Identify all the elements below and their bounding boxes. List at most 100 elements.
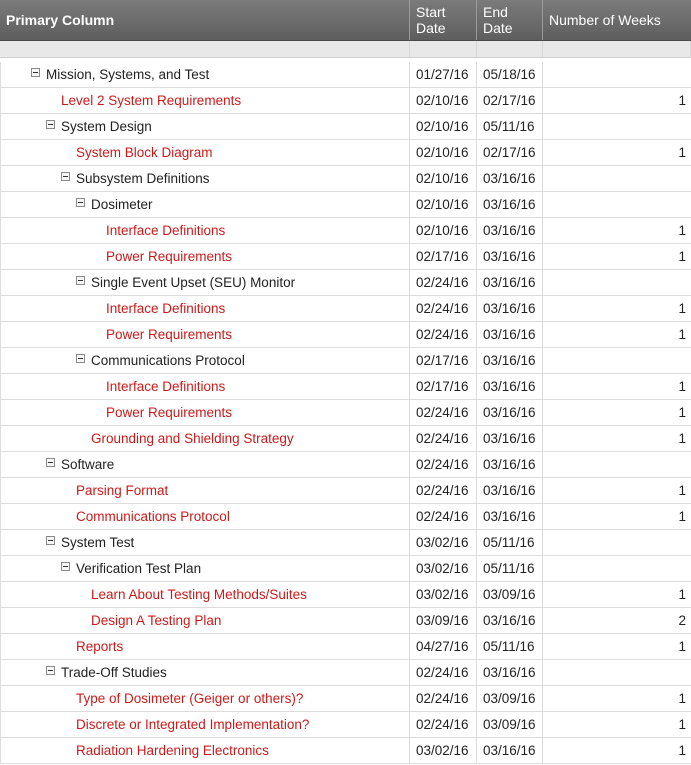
cell-number-of-weeks[interactable]: 2 <box>543 608 691 633</box>
cell-end-date[interactable]: 03/16/16 <box>477 400 543 425</box>
cell-number-of-weeks[interactable]: 1 <box>543 504 691 529</box>
cell-task-name[interactable]: Parsing Format <box>0 478 410 503</box>
cell-number-of-weeks[interactable]: 1 <box>543 218 691 243</box>
cell-start-date[interactable]: 02/24/16 <box>410 452 477 477</box>
cell-end-date[interactable]: 03/16/16 <box>477 738 543 763</box>
cell-start-date[interactable]: 03/02/16 <box>410 738 477 763</box>
cell-task-name[interactable]: Mission, Systems, and Test <box>0 62 410 87</box>
cell-task-name[interactable]: Power Requirements <box>0 322 410 347</box>
cell-end-date[interactable]: 03/16/16 <box>477 322 543 347</box>
cell-task-name[interactable]: Grounding and Shielding Strategy <box>0 426 410 451</box>
cell-start-date[interactable]: 02/17/16 <box>410 244 477 269</box>
table-row[interactable]: Grounding and Shielding Strategy 02/24/16… <box>0 426 691 452</box>
cell-end-date[interactable]: 05/11/16 <box>477 114 543 139</box>
cell-task-name[interactable]: Subsystem Definitions <box>0 166 410 191</box>
table-row[interactable]: Reports 04/27/16 05/11/16 1 <box>0 634 691 660</box>
cell-number-of-weeks[interactable] <box>543 270 691 295</box>
cell-number-of-weeks[interactable]: 1 <box>543 296 691 321</box>
cell-start-date[interactable]: 02/17/16 <box>410 348 477 373</box>
cell-number-of-weeks[interactable] <box>543 166 691 191</box>
cell-end-date[interactable]: 03/16/16 <box>477 504 543 529</box>
table-row[interactable]: Interface Definitions 02/24/16 03/16/16 1 <box>0 296 691 322</box>
table-row[interactable]: Learn About Testing Methods/Suites 03/02/… <box>0 582 691 608</box>
table-row[interactable]: Single Event Upset (SEU) Monitor 02/24/16… <box>0 270 691 296</box>
cell-task-name[interactable]: Radiation Hardening Electronics <box>0 738 410 763</box>
cell-end-date[interactable]: 03/09/16 <box>477 582 543 607</box>
cell-task-name[interactable]: Verification Test Plan <box>0 556 410 581</box>
cell-number-of-weeks[interactable]: 1 <box>543 400 691 425</box>
table-row[interactable]: Design A Testing Plan 03/09/16 03/16/16 2 <box>0 608 691 634</box>
cell-task-name[interactable]: Single Event Upset (SEU) Monitor <box>0 270 410 295</box>
collapse-toggle-icon[interactable] <box>46 536 55 545</box>
cell-start-date[interactable]: 02/24/16 <box>410 504 477 529</box>
cell-start-date[interactable]: 03/02/16 <box>410 530 477 555</box>
cell-end-date[interactable]: 03/16/16 <box>477 192 543 217</box>
table-row[interactable]: Dosimeter 02/10/16 03/16/16 <box>0 192 691 218</box>
cell-task-name[interactable]: Interface Definitions <box>0 218 410 243</box>
table-row[interactable]: Radiation Hardening Electronics 03/02/16 0… <box>0 738 691 764</box>
cell-task-name[interactable]: Dosimeter <box>0 192 410 217</box>
cell-start-date[interactable]: 02/24/16 <box>410 400 477 425</box>
cell-start-date[interactable]: 02/10/16 <box>410 140 477 165</box>
cell-number-of-weeks[interactable] <box>543 348 691 373</box>
table-row[interactable]: System Block Diagram 02/10/16 02/17/16 1 <box>0 140 691 166</box>
cell-task-name[interactable]: System Block Diagram <box>0 140 410 165</box>
cell-number-of-weeks[interactable]: 1 <box>543 140 691 165</box>
cell-end-date[interactable]: 03/16/16 <box>477 244 543 269</box>
cell-start-date[interactable]: 02/24/16 <box>410 712 477 737</box>
table-row[interactable]: Interface Definitions 02/17/16 03/16/16 1 <box>0 374 691 400</box>
cell-task-name[interactable]: System Design <box>0 114 410 139</box>
table-row[interactable]: Communications Protocol 02/24/16 03/16/16 1 <box>0 504 691 530</box>
table-row[interactable]: Power Requirements 02/24/16 03/16/16 1 <box>0 322 691 348</box>
cell-start-date[interactable]: 02/10/16 <box>410 218 477 243</box>
cell-task-name[interactable]: Communications Protocol <box>0 348 410 373</box>
cell-task-name[interactable]: Power Requirements <box>0 244 410 269</box>
table-row[interactable]: Software 02/24/16 03/16/16 <box>0 452 691 478</box>
cell-start-date[interactable]: 03/02/16 <box>410 582 477 607</box>
cell-start-date[interactable]: 02/24/16 <box>410 296 477 321</box>
cell-number-of-weeks[interactable]: 1 <box>543 244 691 269</box>
cell-number-of-weeks[interactable]: 1 <box>543 582 691 607</box>
collapse-toggle-icon[interactable] <box>76 198 85 207</box>
cell-start-date[interactable]: 02/24/16 <box>410 270 477 295</box>
cell-end-date[interactable]: 05/11/16 <box>477 556 543 581</box>
cell-start-date[interactable]: 03/02/16 <box>410 556 477 581</box>
cell-number-of-weeks[interactable] <box>543 114 691 139</box>
cell-end-date[interactable]: 03/16/16 <box>477 218 543 243</box>
cell-task-name[interactable]: Interface Definitions <box>0 374 410 399</box>
collapse-toggle-icon[interactable] <box>61 172 70 181</box>
header-end-date[interactable]: End Date <box>477 0 543 40</box>
cell-start-date[interactable]: 02/10/16 <box>410 192 477 217</box>
cell-end-date[interactable]: 05/11/16 <box>477 530 543 555</box>
cell-number-of-weeks[interactable] <box>543 192 691 217</box>
cell-number-of-weeks[interactable]: 1 <box>543 88 691 113</box>
table-row[interactable]: Subsystem Definitions 02/10/16 03/16/16 <box>0 166 691 192</box>
cell-number-of-weeks[interactable] <box>543 452 691 477</box>
cell-start-date[interactable]: 02/24/16 <box>410 686 477 711</box>
cell-task-name[interactable]: Level 2 System Requirements <box>0 88 410 113</box>
table-row[interactable]: Type of Dosimeter (Geiger or others)? 02/… <box>0 686 691 712</box>
cell-start-date[interactable]: 02/10/16 <box>410 166 477 191</box>
collapse-toggle-icon[interactable] <box>31 68 40 77</box>
header-number-of-weeks[interactable]: Number of Weeks <box>543 0 691 40</box>
cell-number-of-weeks[interactable]: 1 <box>543 478 691 503</box>
cell-end-date[interactable]: 03/16/16 <box>477 296 543 321</box>
table-row[interactable]: System Test 03/02/16 05/11/16 <box>0 530 691 556</box>
table-row[interactable]: System Design 02/10/16 05/11/16 <box>0 114 691 140</box>
table-row[interactable]: Power Requirements 02/24/16 03/16/16 1 <box>0 400 691 426</box>
cell-end-date[interactable]: 03/16/16 <box>477 374 543 399</box>
cell-number-of-weeks[interactable]: 1 <box>543 634 691 659</box>
cell-task-name[interactable]: System Test <box>0 530 410 555</box>
table-row[interactable]: Verification Test Plan 03/02/16 05/11/16 <box>0 556 691 582</box>
cell-end-date[interactable]: 03/16/16 <box>477 452 543 477</box>
collapse-toggle-icon[interactable] <box>61 562 70 571</box>
table-row[interactable]: Power Requirements 02/17/16 03/16/16 1 <box>0 244 691 270</box>
cell-task-name[interactable]: Power Requirements <box>0 400 410 425</box>
cell-number-of-weeks[interactable]: 1 <box>543 686 691 711</box>
cell-end-date[interactable]: 03/09/16 <box>477 712 543 737</box>
table-row[interactable]: Mission, Systems, and Test 01/27/16 05/18/… <box>0 62 691 88</box>
cell-start-date[interactable]: 02/24/16 <box>410 322 477 347</box>
cell-number-of-weeks[interactable]: 1 <box>543 712 691 737</box>
collapse-toggle-icon[interactable] <box>46 666 55 675</box>
cell-task-name[interactable]: Reports <box>0 634 410 659</box>
